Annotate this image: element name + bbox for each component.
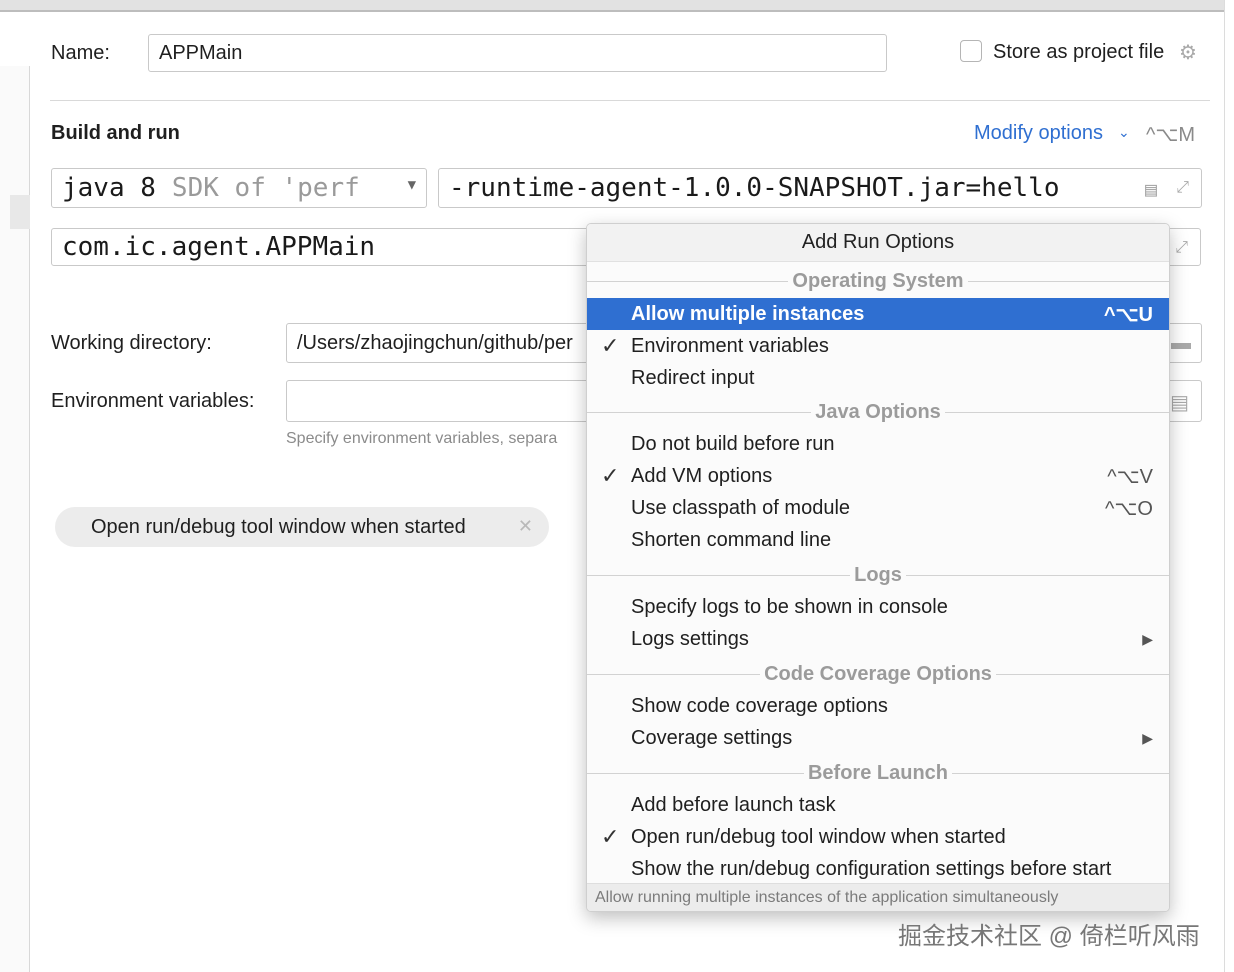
option-chip[interactable]: Open run/debug tool window when started … — [55, 507, 549, 547]
name-input-value: APPMain — [159, 41, 243, 64]
modify-options-shortcut: ^⌥M — [1146, 124, 1196, 146]
name-label: Name: — [51, 42, 110, 64]
menu-item-logs-settings[interactable]: Logs settings ▶ — [587, 623, 1169, 655]
watermark-text: 掘金技术社区 @ 倚栏听风雨 — [898, 923, 1200, 950]
checkmark-icon: ✓ — [601, 463, 620, 488]
menu-item-redirect-input[interactable]: Redirect input — [587, 362, 1169, 394]
folder-icon[interactable]: ▬ — [1171, 332, 1191, 355]
store-as-project-checkbox[interactable] — [960, 40, 982, 62]
jdk-select[interactable]: java 8 SDK of 'perf ▼ — [51, 168, 427, 208]
menu-item-show-settings-before-start[interactable]: Show the run/debug configuration setting… — [587, 853, 1169, 885]
right-border — [1224, 0, 1225, 972]
working-directory-label: Working directory: — [51, 332, 212, 354]
menu-item-add-before-launch[interactable]: Add before launch task — [587, 789, 1169, 821]
menu-item-use-classpath[interactable]: Use classpath of module ^⌥O — [587, 492, 1169, 524]
section-logs: Logs — [587, 563, 1169, 587]
menu-item-show-code-coverage[interactable]: Show code coverage options — [587, 690, 1169, 722]
name-input[interactable]: APPMain — [148, 34, 887, 72]
submenu-arrow-icon: ▶ — [1142, 729, 1153, 746]
document-icon[interactable]: ▤ — [1145, 177, 1157, 201]
menu-item-open-run-debug-window[interactable]: ✓ Open run/debug tool window when starte… — [587, 821, 1169, 853]
document-icon[interactable]: ▤ — [1170, 390, 1189, 415]
chevron-down-icon[interactable]: ⌄ — [1118, 124, 1130, 141]
menu-item-shorten-command-line[interactable]: Shorten command line — [587, 524, 1169, 556]
vm-options-value: -runtime-agent-1.0.0-SNAPSHOT.jar=hello — [449, 173, 1060, 203]
jdk-value: java 8 — [62, 173, 156, 203]
close-icon[interactable]: ✕ — [518, 516, 533, 537]
section-code-coverage: Code Coverage Options — [587, 662, 1169, 686]
section-java-options: Java Options — [587, 400, 1169, 424]
menu-item-allow-multiple-instances[interactable]: Allow multiple instances ^⌥U — [587, 298, 1169, 330]
store-as-project-label[interactable]: Store as project file — [993, 41, 1164, 64]
window-top-strip — [0, 0, 1225, 12]
menu-item-do-not-build[interactable]: Do not build before run — [587, 428, 1169, 460]
submenu-arrow-icon: ▶ — [1142, 630, 1153, 647]
checkmark-icon: ✓ — [601, 824, 620, 849]
menu-item-add-vm-options[interactable]: ✓ Add VM options ^⌥V — [587, 460, 1169, 492]
dropdown-arrow-icon: ▼ — [407, 177, 416, 193]
working-directory-value: /Users/zhaojingchun/github/per — [297, 331, 573, 354]
build-and-run-title: Build and run — [51, 122, 180, 144]
expand-icon[interactable]: ⤢ — [1175, 237, 1188, 257]
section-divider — [50, 100, 1210, 101]
menu-item-environment-variables[interactable]: ✓ Environment variables — [587, 330, 1169, 362]
gear-icon[interactable]: ⚙ — [1179, 40, 1197, 65]
option-chip-label: Open run/debug tool window when started — [91, 515, 466, 538]
add-run-options-popup: Add Run Options Operating System Allow m… — [586, 223, 1170, 912]
popup-footer-description: Allow running multiple instances of the … — [587, 883, 1169, 911]
menu-item-specify-logs[interactable]: Specify logs to be shown in console — [587, 591, 1169, 623]
main-class-value: com.ic.agent.APPMain — [62, 232, 376, 262]
section-before-launch: Before Launch — [587, 761, 1169, 785]
popup-title: Add Run Options — [587, 224, 1169, 262]
section-operating-system: Operating System — [587, 269, 1169, 293]
vm-options-input[interactable]: -runtime-agent-1.0.0-SNAPSHOT.jar=hello … — [438, 168, 1202, 208]
expand-icon[interactable]: ⤢ — [1176, 177, 1189, 197]
jdk-hint: SDK of 'perf — [171, 173, 360, 203]
sidebar-selection-marker — [10, 195, 30, 229]
environment-variables-hint: Specify environment variables, separa — [286, 430, 558, 447]
checkmark-icon: ✓ — [601, 333, 620, 358]
modify-options-link[interactable]: Modify options — [974, 122, 1103, 145]
menu-item-coverage-settings[interactable]: Coverage settings ▶ — [587, 722, 1169, 754]
environment-variables-label: Environment variables: — [51, 390, 255, 412]
